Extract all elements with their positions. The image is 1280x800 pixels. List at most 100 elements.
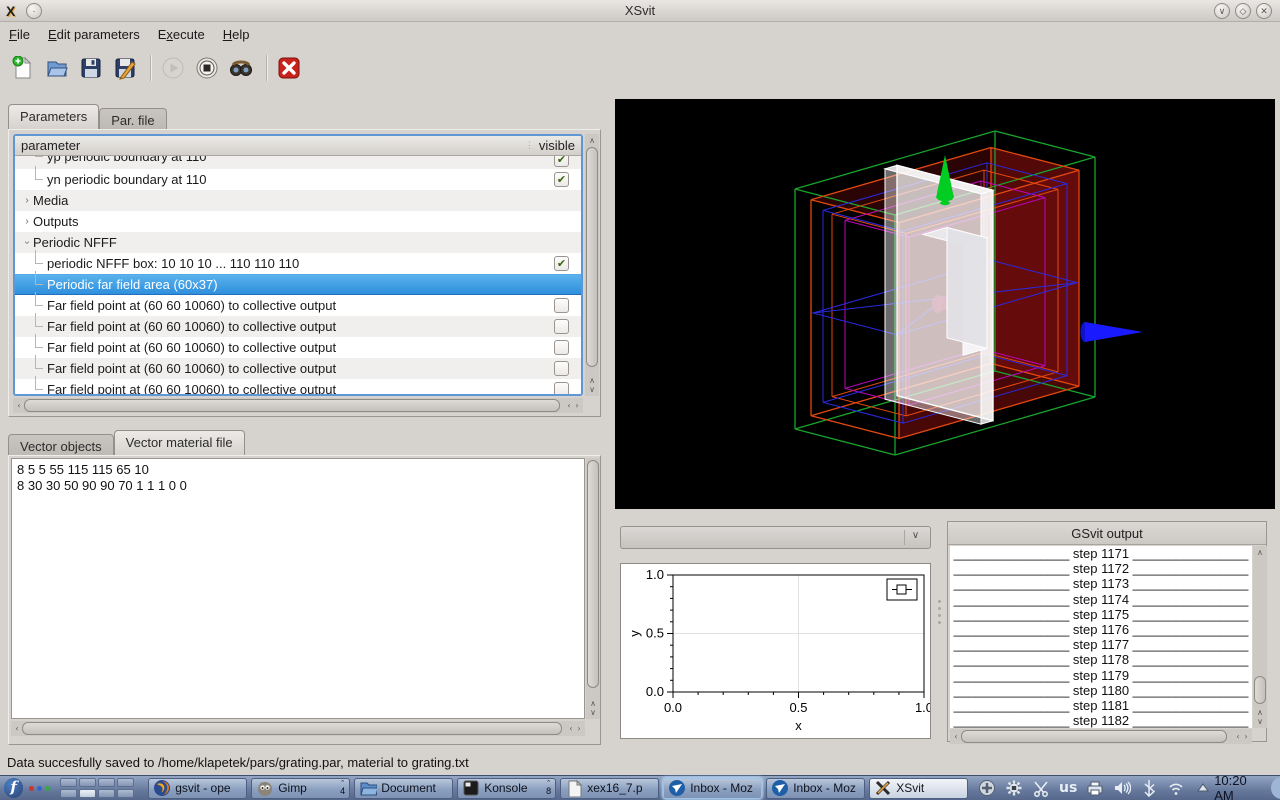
printer-icon[interactable] [1086, 779, 1104, 797]
tree-connector [35, 376, 43, 390]
taskbar-button-label: Document [381, 781, 448, 795]
maximize-button[interactable]: ◇ [1235, 3, 1251, 19]
gear-icon[interactable] [1005, 779, 1023, 797]
tree-row[interactable]: Far field point at (60 60 10060) to coll… [15, 295, 581, 316]
open-file-button[interactable] [42, 53, 72, 83]
pager-desktop-2[interactable] [79, 778, 96, 787]
tree-header[interactable]: parameter ⋮ visible [15, 136, 581, 156]
clock[interactable]: 10:20 AM [1214, 773, 1267, 800]
tree-row[interactable]: Periodic far field area (60x37) [15, 274, 581, 295]
gsvit-vertical-scrollbar[interactable]: ∧ ∧ ∨ [1253, 546, 1267, 728]
scissors-icon[interactable] [1032, 779, 1050, 797]
wifi-icon[interactable] [1167, 779, 1185, 797]
pager-desktop-8[interactable] [117, 789, 134, 798]
taskbar-button-xex16-7-p[interactable]: xex16_7.p [560, 778, 659, 799]
taskbar-button-label: xex16_7.p [587, 781, 654, 795]
quit-icon [277, 56, 301, 80]
new-file-button[interactable] [8, 53, 38, 83]
taskbar-button-document[interactable]: Document [354, 778, 453, 799]
save-as-button[interactable] [110, 53, 140, 83]
menu-help[interactable]: Help [214, 25, 259, 44]
visible-checkbox[interactable]: ✔ [554, 256, 569, 271]
applet-dots [29, 786, 50, 791]
tree-header-parameter[interactable]: parameter [21, 138, 80, 153]
taskbar-button-konsole[interactable]: Konsoleˆ8 [457, 778, 556, 799]
menu-execute[interactable]: Execute [149, 25, 214, 44]
tree-vertical-scrollbar[interactable]: ∧ ∧ ∨ [585, 134, 599, 396]
tree-row[interactable]: ›Periodic NFFF [15, 232, 581, 253]
pager-desktop-4[interactable] [117, 778, 134, 787]
desktop-pager[interactable] [60, 778, 134, 798]
tree-row[interactable]: yp periodic boundary at 110✔ [15, 156, 581, 169]
bluetooth-icon[interactable] [1140, 779, 1158, 797]
expander-open-icon[interactable]: › [22, 237, 33, 249]
taskbar-button-gimp[interactable]: Gimpˆ4 [251, 778, 350, 799]
tree-row[interactable]: ›Media [15, 190, 581, 211]
taskbar-button-xsvit[interactable]: XSvit [869, 778, 968, 799]
pager-desktop-5[interactable] [60, 789, 77, 798]
tree-row[interactable]: periodic NFFF box: 10 10 10 ... 110 110 … [15, 253, 581, 274]
gsvit-output-list[interactable]: ________________ step 1171 _____________… [950, 546, 1252, 728]
taskbar-button-label: Inbox - Moz [793, 781, 860, 795]
quit-button[interactable] [274, 53, 304, 83]
expander-closed-icon[interactable]: › [21, 195, 33, 206]
pager-desktop-6[interactable] [79, 789, 96, 798]
vector-material-textarea[interactable]: 8 5 5 55 115 115 65 10 8 30 30 50 90 90 … [11, 458, 585, 719]
tree-connector [35, 156, 43, 157]
3d-scene-view[interactable] [615, 99, 1275, 509]
gsvit-horizontal-scrollbar[interactable]: ‹ ‹ › [950, 729, 1252, 744]
preview-button[interactable] [226, 53, 256, 83]
pager-desktop-1[interactable] [60, 778, 77, 787]
tree-horizontal-scrollbar[interactable]: ‹ ‹ › [13, 398, 583, 413]
expander-closed-icon[interactable]: › [21, 216, 33, 227]
vector-tabbar: Vector objects Vector material file [8, 430, 245, 455]
tab-vector-objects[interactable]: Vector objects [8, 434, 114, 455]
tree-row[interactable]: yn periodic boundary at 110✔ [15, 169, 581, 190]
tree-header-visible[interactable]: visible [539, 138, 575, 153]
close-button[interactable]: ✕ [1256, 3, 1272, 19]
vector-vertical-scrollbar[interactable]: ∧ ∨ [586, 458, 600, 719]
tab-par-file[interactable]: Par. file [99, 108, 166, 129]
gsvit-output-line: ________________ step 1180 _____________… [950, 683, 1252, 698]
menu-file[interactable]: File [0, 25, 39, 44]
visible-checkbox[interactable] [554, 382, 569, 396]
graph-source-combobox[interactable]: ∨ [620, 526, 931, 549]
menubar: FileEdit parametersExecuteHelp [0, 23, 1280, 45]
tree-connector [35, 313, 43, 327]
start-menu-fedora-icon[interactable]: f [4, 778, 23, 798]
tab-vector-material-file[interactable]: Vector material file [114, 430, 245, 455]
tree-row[interactable]: ›Outputs [15, 211, 581, 232]
volume-icon[interactable] [1113, 779, 1131, 797]
visible-checkbox[interactable]: ✔ [554, 172, 569, 187]
visible-checkbox[interactable] [554, 340, 569, 355]
tree-row[interactable]: Far field point at (60 60 10060) to coll… [15, 337, 581, 358]
stop-button[interactable] [192, 53, 222, 83]
notifier-icon[interactable] [978, 779, 996, 797]
tree-row[interactable]: Far field point at (60 60 10060) to coll… [15, 316, 581, 337]
visible-checkbox[interactable]: ✔ [554, 156, 569, 167]
menu-edit-parameters[interactable]: Edit parameters [39, 25, 149, 44]
tree-row-label: Outputs [33, 214, 79, 229]
tree-row[interactable]: Far field point at (60 60 10060) to coll… [15, 379, 581, 396]
visible-checkbox[interactable] [554, 298, 569, 313]
tab-parameters[interactable]: Parameters [8, 104, 99, 129]
desktop-peek-icon[interactable] [1271, 777, 1280, 799]
visible-checkbox[interactable] [554, 319, 569, 334]
tree-row[interactable]: Far field point at (60 60 10060) to coll… [15, 358, 581, 379]
visible-checkbox[interactable] [554, 361, 569, 376]
vector-horizontal-scrollbar[interactable]: ‹ ‹ › [11, 721, 585, 736]
taskbar-button-gsvit-ope[interactable]: gsvit - ope [148, 778, 247, 799]
taskbar-button-inbox-moz[interactable]: Inbox - Moz [663, 778, 762, 799]
save-button[interactable] [76, 53, 106, 83]
titlebar[interactable]: X · XSvit ∨ ◇ ✕ [0, 0, 1280, 22]
keyboard-layout[interactable]: us [1059, 779, 1077, 797]
minimize-button[interactable]: ∨ [1214, 3, 1230, 19]
expand-triangle-icon[interactable] [1194, 779, 1212, 797]
splitter-handle[interactable] [936, 600, 942, 660]
tree-connector [35, 292, 43, 306]
parameter-tree[interactable]: parameter ⋮ visible yp periodic boundary… [13, 134, 583, 396]
taskbar-button-inbox-moz[interactable]: Inbox - Moz [766, 778, 865, 799]
pager-desktop-7[interactable] [98, 789, 115, 798]
pager-desktop-3[interactable] [98, 778, 115, 787]
tree-row-label: Far field point at (60 60 10060) to coll… [47, 382, 336, 396]
